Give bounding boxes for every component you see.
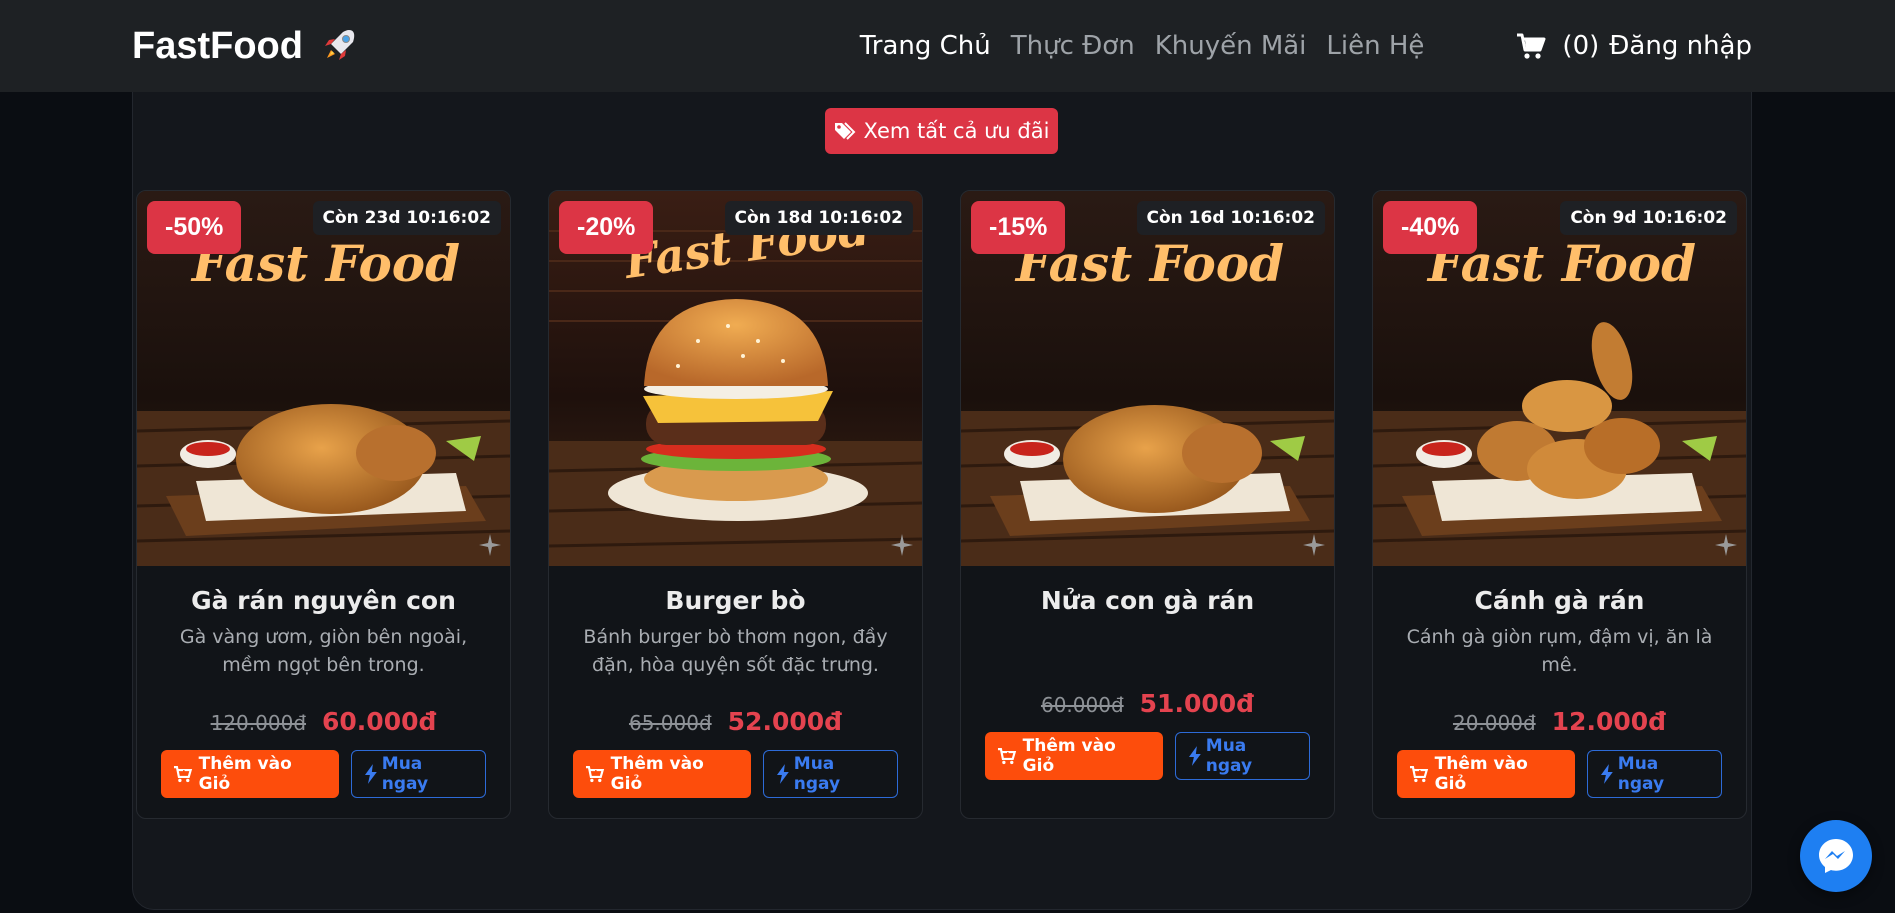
add-to-cart-button[interactable]: Thêm vào Giỏ (985, 732, 1164, 780)
nav-menu[interactable]: Thực Đơn (1011, 31, 1135, 61)
product-description: Gà vàng ươm, giòn bên ngoài, mềm ngọt bê… (179, 626, 468, 676)
nav-promotions[interactable]: Khuyến Mãi (1155, 31, 1307, 61)
old-price: 65.000đ (628, 711, 712, 735)
view-all-deals-label: Xem tất cả ưu đãi (863, 119, 1050, 143)
cart-plus-icon (585, 766, 605, 783)
price-row: 65.000đ 52.000đ (629, 707, 842, 736)
product-name: Burger bò (665, 586, 806, 615)
countdown-badge: Còn 9d 10:16:02 (1560, 201, 1737, 235)
card-actions: Thêm vào Giỏ Mua ngay (985, 732, 1310, 780)
rocket-icon (324, 30, 355, 60)
price-row: 120.000đ 60.000đ (211, 707, 437, 736)
sale-price: 12.000đ (1551, 707, 1667, 736)
product-body: Cánh gà rán Cánh gà giòn rụm, đậm vị, ăn… (1373, 566, 1746, 818)
sale-price: 60.000đ (322, 707, 437, 736)
messenger-chat-button[interactable] (1800, 820, 1872, 892)
bolt-icon (1600, 764, 1613, 784)
product-name: Nửa con gà rán (1040, 586, 1255, 615)
add-to-cart-label: Thêm vào Giỏ (198, 754, 292, 794)
add-to-cart-button[interactable]: Thêm vào Giỏ (1397, 750, 1576, 798)
buy-now-button[interactable]: Mua ngay (763, 750, 898, 798)
messenger-icon (1819, 839, 1853, 873)
product-image[interactable]: Fast Food -20% Còn 18d 10:16:02 (549, 191, 922, 566)
card-actions: Thêm vào Giỏ Mua ngay (1397, 750, 1722, 798)
view-all-deals-button[interactable]: Xem tất cả ưu đãi (825, 108, 1058, 154)
login-link[interactable]: Đăng nhập (1609, 31, 1752, 61)
bolt-icon (364, 764, 377, 784)
buy-now-button[interactable]: Mua ngay (1175, 732, 1310, 780)
discount-badge: -40% (1383, 201, 1478, 254)
sparkle-icon (1715, 534, 1737, 556)
buy-now-label: Mua ngay (1205, 736, 1253, 776)
old-price: 20.000đ (1452, 711, 1536, 735)
nav-contact[interactable]: Liên Hệ (1326, 31, 1424, 61)
brand-logo[interactable]: FastFood (132, 25, 359, 68)
product-card: Fast Food -40% Còn 9d 10:16:02 Cánh gà r… (1372, 190, 1747, 819)
cart-plus-icon (1409, 766, 1429, 783)
navbar: FastFood Trang Chủ Thực Đơn Khuyến Mãi L… (0, 0, 1895, 92)
cart-plus-icon (173, 766, 193, 783)
sparkle-icon (479, 534, 501, 556)
sale-price: 51.000đ (1139, 689, 1255, 718)
tags-icon (834, 122, 855, 140)
countdown-badge: Còn 18d 10:16:02 (724, 201, 913, 235)
add-to-cart-button[interactable]: Thêm vào Giỏ (573, 750, 752, 798)
buy-now-button[interactable]: Mua ngay (351, 750, 486, 798)
buy-now-button[interactable]: Mua ngay (1587, 750, 1722, 798)
old-price: 60.000đ (1040, 693, 1124, 717)
sparkle-icon (1303, 534, 1325, 556)
cart-icon[interactable] (1516, 32, 1546, 60)
discount-badge: -15% (971, 201, 1066, 254)
product-name: Cánh gà rán (1474, 586, 1645, 615)
old-price: 120.000đ (210, 711, 307, 735)
countdown-badge: Còn 16d 10:16:02 (1136, 201, 1325, 235)
product-grid: Fast Food -50% Còn 23d 10:16:02 Gà rán n… (136, 190, 1747, 819)
brand-name: FastFood (132, 24, 303, 67)
product-body: Burger bò Bánh burger bò thơm ngon, đầy … (549, 566, 922, 818)
product-image[interactable]: Fast Food -50% Còn 23d 10:16:02 (137, 191, 510, 566)
buy-now-label: Mua ngay (381, 754, 429, 794)
card-actions: Thêm vào Giỏ Mua ngay (573, 750, 898, 798)
nav-right: (0) Đăng nhập (1516, 31, 1752, 61)
sale-price: 52.000đ (727, 707, 843, 736)
product-card: Fast Food -50% Còn 23d 10:16:02 Gà rán n… (136, 190, 511, 819)
cart-plus-icon (997, 748, 1017, 765)
add-to-cart-label: Thêm vào Giỏ (1022, 736, 1116, 776)
countdown-badge: Còn 23d 10:16:02 (312, 201, 501, 235)
product-card: Fast Food -20% Còn 18d 10:16:02 Burger b… (548, 190, 923, 819)
buy-now-label: Mua ngay (793, 754, 841, 794)
nav-home[interactable]: Trang Chủ (860, 31, 991, 61)
card-actions: Thêm vào Giỏ Mua ngay (161, 750, 486, 798)
discount-badge: -50% (147, 201, 242, 254)
add-to-cart-button[interactable]: Thêm vào Giỏ (161, 750, 340, 798)
price-row: 20.000đ 12.000đ (1453, 707, 1666, 736)
product-description: Bánh burger bò thơm ngon, đầy đặn, hòa q… (583, 626, 888, 676)
discount-badge: -20% (559, 201, 654, 254)
bolt-icon (776, 764, 789, 784)
product-image[interactable]: Fast Food -15% Còn 16d 10:16:02 (961, 191, 1334, 566)
product-body: Nửa con gà rán 60.000đ 51.000đ Thêm vào … (961, 566, 1334, 818)
cart-count[interactable]: (0) (1562, 31, 1599, 61)
product-card: Fast Food -15% Còn 16d 10:16:02 Nửa con … (960, 190, 1335, 819)
add-to-cart-label: Thêm vào Giỏ (610, 754, 704, 794)
product-image[interactable]: Fast Food -40% Còn 9d 10:16:02 (1373, 191, 1746, 566)
sparkle-icon (891, 534, 913, 556)
add-to-cart-label: Thêm vào Giỏ (1434, 754, 1528, 794)
nav-links: Trang Chủ Thực Đơn Khuyến Mãi Liên Hệ (860, 31, 1425, 61)
product-description: Cánh gà giòn rụm, đậm vị, ăn là mê. (1406, 626, 1713, 676)
buy-now-label: Mua ngay (1617, 754, 1665, 794)
product-name: Gà rán nguyên con (191, 586, 456, 615)
bolt-icon (1188, 746, 1201, 766)
price-row: 60.000đ 51.000đ (1041, 689, 1254, 718)
product-body: Gà rán nguyên con Gà vàng ươm, giòn bên … (137, 566, 510, 818)
